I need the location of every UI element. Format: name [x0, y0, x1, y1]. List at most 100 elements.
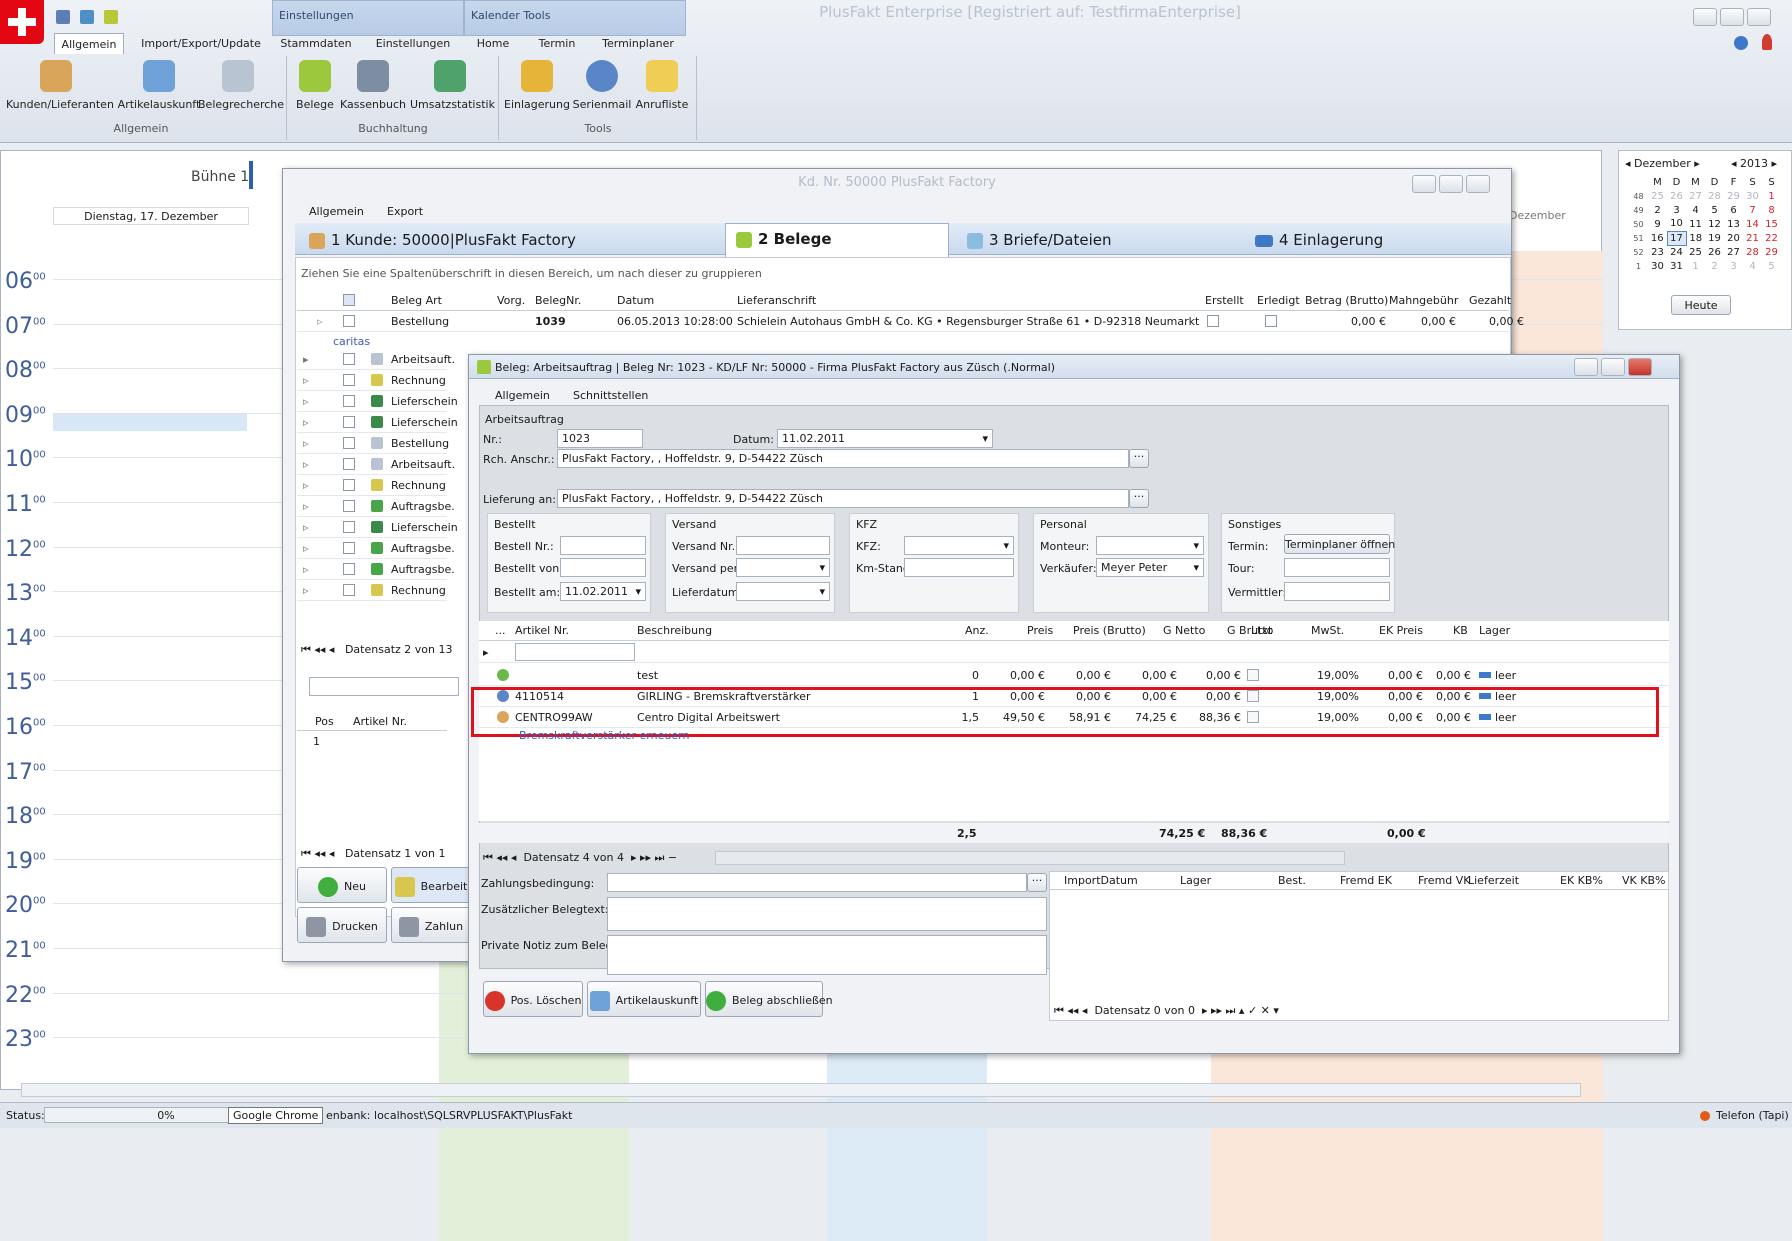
close-button[interactable] — [1628, 358, 1652, 376]
table-row[interactable]: ▹ Arbeitsauft. — [297, 454, 455, 475]
tab-kunde[interactable]: 1 Kunde: 50000|PlusFakt Factory — [297, 225, 717, 255]
print-button[interactable]: Drucken — [297, 907, 387, 943]
rch-more-button[interactable]: ··· — [1129, 449, 1149, 468]
tab-stammdaten[interactable]: Stammdaten — [276, 33, 356, 54]
verkaeufer-field[interactable]: Meyer Peter ▾ — [1096, 558, 1204, 577]
day-cell[interactable]: 22 — [1762, 231, 1781, 245]
max-button[interactable] — [1439, 175, 1463, 193]
button-belegrecherche[interactable]: Belegrecherche — [198, 60, 284, 111]
button-belege[interactable]: Belege — [290, 60, 340, 111]
menu-schnittstellen[interactable]: Schnittstellen — [573, 389, 648, 402]
day-cell[interactable]: 6 — [1724, 203, 1743, 217]
zahlung-field[interactable] — [607, 873, 1027, 892]
position-grid-header[interactable]: ... Artikel Nr. Beschreibung Anz. Preis … — [479, 621, 1669, 641]
pos-delete-button[interactable]: Pos. Löschen — [483, 981, 583, 1017]
edit-button[interactable]: Bearbeit — [391, 867, 471, 903]
menu-allgemein[interactable]: Allgemein — [495, 389, 550, 402]
day-cell[interactable]: 21 — [1743, 231, 1762, 245]
sub-row-caritas[interactable]: caritas — [333, 335, 370, 348]
day-cell[interactable]: 3 — [1667, 203, 1686, 217]
vermittler-field[interactable] — [1284, 582, 1390, 601]
day-cell[interactable]: 27 — [1724, 245, 1743, 259]
versand-nr-field[interactable] — [736, 536, 830, 555]
close-button[interactable] — [1466, 175, 1490, 193]
tab-terminplaner[interactable]: Terminplaner — [596, 33, 680, 54]
tab-termin[interactable]: Termin — [530, 33, 584, 54]
lief-more-button[interactable]: ··· — [1129, 489, 1149, 508]
day-cell[interactable]: 27 — [1686, 189, 1705, 203]
day-cell[interactable]: 7 — [1743, 203, 1762, 217]
day-cell[interactable]: 9 — [1648, 217, 1667, 231]
app-logo[interactable] — [0, 0, 44, 44]
table-row[interactable]: test 0 0,00 €0,00 €0,00 €0,00 €19,00% 0,00 … — [479, 665, 1669, 686]
nr-field[interactable]: 1023 — [557, 429, 643, 448]
window-controls[interactable] — [1690, 8, 1771, 29]
day-cell[interactable]: 25 — [1648, 189, 1667, 203]
year-nav[interactable]: ◂ 2013 ▸ — [1731, 157, 1777, 170]
menu-export[interactable]: Export — [387, 205, 423, 218]
table-row[interactable]: ▹ Bestellung — [297, 433, 449, 454]
kfz-field[interactable]: ▾ — [904, 536, 1014, 555]
day-cell[interactable]: 8 — [1762, 203, 1781, 217]
button-anrufliste[interactable]: Anrufliste — [632, 60, 692, 111]
tab-einlagerung[interactable]: 4 Einlagerung — [1243, 225, 1503, 255]
button-serienmail[interactable]: Serienmail — [572, 60, 632, 111]
day-cell[interactable]: 23 — [1648, 245, 1667, 259]
help-icon[interactable] — [1734, 36, 1748, 50]
month-nav[interactable]: ◂ Dezember ▸ — [1625, 157, 1700, 170]
qat-icon-1[interactable] — [56, 10, 70, 24]
record-nav[interactable]: ⏮ ◂◂ ◂ Datensatz 2 von 13 — [301, 643, 461, 657]
lieferdatum-field[interactable]: ▾ — [736, 582, 830, 601]
table-row[interactable]: ▹ Rechnung — [297, 475, 447, 496]
day-cell[interactable]: 20 — [1724, 231, 1743, 245]
day-cell[interactable]: 5 — [1762, 259, 1781, 273]
table-row[interactable]: ▹ Lieferschein — [297, 517, 458, 538]
zahlung-more-button[interactable]: ··· — [1027, 873, 1047, 892]
bestell-nr-field[interactable] — [560, 536, 646, 555]
record-nav[interactable]: ⏮ ◂◂ ◂ Datensatz 4 von 4 ▸ ▸▸ ⏭ − — [483, 851, 677, 865]
day-cell[interactable]: 13 — [1724, 217, 1743, 231]
day-cell[interactable]: 26 — [1705, 245, 1724, 259]
finish-receipt-button[interactable]: Beleg abschließen — [705, 981, 833, 1017]
award-icon[interactable] — [1762, 34, 1772, 50]
detail-grid[interactable]: ImportDatum Lager Best. Fremd EK Fremd V… — [1049, 871, 1669, 1021]
day-cell[interactable]: 25 — [1686, 245, 1705, 259]
new-row[interactable]: ▸ — [479, 643, 1669, 663]
day-cell[interactable]: 12 — [1705, 217, 1724, 231]
day-cell[interactable]: 19 — [1705, 231, 1724, 245]
min-button[interactable] — [1412, 175, 1436, 193]
day-cell[interactable]: 31 — [1667, 259, 1686, 273]
table-row[interactable]: ▹ Lieferschein — [297, 391, 458, 412]
monteur-field[interactable]: ▾ — [1096, 536, 1204, 555]
button-artikelauskunft[interactable]: Artikelauskunft — [112, 60, 206, 111]
scroll-hscroll[interactable] — [21, 1083, 1581, 1097]
tour-field[interactable] — [1284, 558, 1390, 577]
table-row[interactable]: ▹ Auftragsbe. — [297, 538, 455, 559]
table-row[interactable]: ▹ Rechnung — [297, 580, 447, 601]
receipt-grid-header[interactable]: Beleg Art Vorg. BelegNr. Datum Lieferans… — [297, 291, 1511, 311]
day-cell[interactable]: 28 — [1743, 245, 1762, 259]
day-cell[interactable]: 1 — [1762, 189, 1781, 203]
day-cell[interactable]: 24 — [1667, 245, 1686, 259]
button-einlagerung[interactable]: Einlagerung — [502, 60, 572, 111]
day-cell[interactable]: 4 — [1743, 259, 1762, 273]
day-cell[interactable]: 30 — [1743, 189, 1762, 203]
tab-allgemein[interactable]: Allgemein — [54, 33, 124, 54]
day-cell[interactable]: 3 — [1724, 259, 1743, 273]
button-umsatzstatistik[interactable]: Umsatzstatistik — [410, 60, 495, 111]
day-cell[interactable]: 11 — [1686, 217, 1705, 231]
article-info-button[interactable]: Artikelauskunft — [587, 981, 701, 1017]
km-stand-field[interactable] — [904, 558, 1014, 577]
table-row[interactable]: ▸ Arbeitsauft. — [297, 349, 455, 370]
new-button[interactable]: Neu — [297, 867, 387, 903]
table-row[interactable]: ▹ Lieferschein — [297, 412, 458, 433]
privat-field[interactable] — [607, 935, 1047, 975]
tab-home[interactable]: Home — [466, 33, 520, 54]
tab-einstellungen[interactable]: Einstellungen — [368, 33, 458, 54]
position-hscroll[interactable] — [715, 851, 1345, 865]
day-cell[interactable]: 29 — [1724, 189, 1743, 203]
record-nav-2[interactable]: ⏮ ◂◂ ◂ Datensatz 1 von 1 — [301, 847, 461, 861]
bestellt-am-field[interactable]: 11.02.2011 ▾ — [560, 582, 646, 601]
day-cell[interactable]: 29 — [1762, 245, 1781, 259]
day-cell[interactable]: 1 — [1686, 259, 1705, 273]
